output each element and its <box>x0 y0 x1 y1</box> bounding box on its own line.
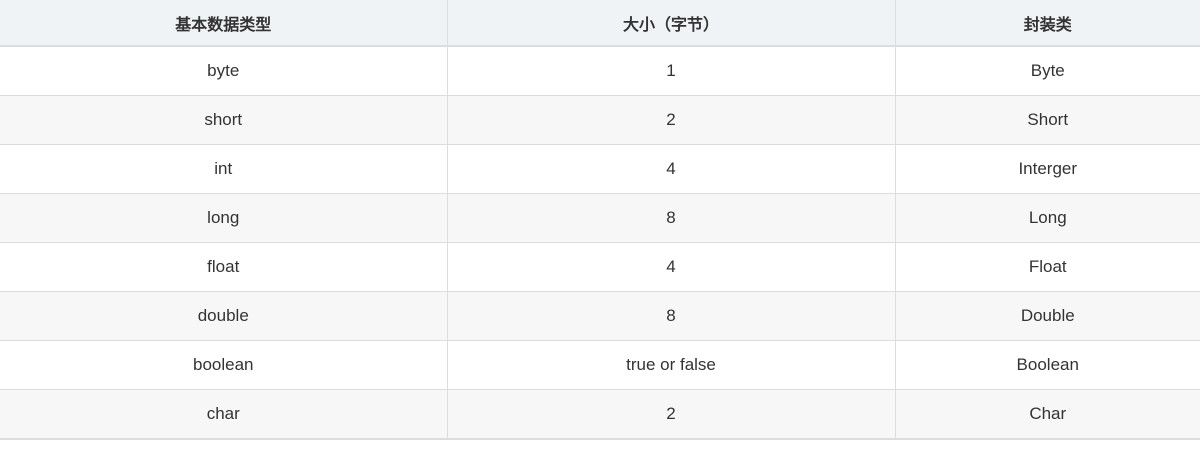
table-row: int 4 Interger <box>0 144 1200 194</box>
cell-wrapper-class: Short <box>895 95 1200 145</box>
table-header-row: 基本数据类型 大小（字节） 封装类 <box>0 0 1200 47</box>
cell-wrapper-class: Double <box>895 291 1200 341</box>
table-row: double 8 Double <box>0 291 1200 341</box>
data-types-table: 基本数据类型 大小（字节） 封装类 byte 1 Byte short 2 Sh… <box>0 0 1200 440</box>
cell-wrapper-class: Long <box>895 193 1200 243</box>
table-row: float 4 Float <box>0 242 1200 292</box>
cell-primitive-type: char <box>0 389 448 440</box>
cell-size: 8 <box>447 291 896 341</box>
cell-wrapper-class: Float <box>895 242 1200 292</box>
cell-primitive-type: int <box>0 144 448 194</box>
cell-primitive-type: boolean <box>0 340 448 390</box>
cell-size: 2 <box>447 389 896 440</box>
cell-wrapper-class: Char <box>895 389 1200 440</box>
cell-size: 8 <box>447 193 896 243</box>
header-primitive-type: 基本数据类型 <box>0 0 448 47</box>
table-row: long 8 Long <box>0 193 1200 243</box>
cell-primitive-type: double <box>0 291 448 341</box>
cell-size: 2 <box>447 95 896 145</box>
header-wrapper-class: 封装类 <box>895 0 1200 47</box>
header-size-bytes: 大小（字节） <box>447 0 896 47</box>
cell-size: 1 <box>447 46 896 96</box>
table-row: short 2 Short <box>0 95 1200 145</box>
cell-size: 4 <box>447 242 896 292</box>
table-row: boolean true or false Boolean <box>0 340 1200 390</box>
cell-wrapper-class: Byte <box>895 46 1200 96</box>
cell-wrapper-class: Boolean <box>895 340 1200 390</box>
cell-size: true or false <box>447 340 896 390</box>
cell-primitive-type: short <box>0 95 448 145</box>
cell-primitive-type: float <box>0 242 448 292</box>
cell-primitive-type: byte <box>0 46 448 96</box>
table-row: byte 1 Byte <box>0 46 1200 96</box>
table-row: char 2 Char <box>0 389 1200 440</box>
cell-primitive-type: long <box>0 193 448 243</box>
cell-wrapper-class: Interger <box>895 144 1200 194</box>
cell-size: 4 <box>447 144 896 194</box>
data-types-table-container: 基本数据类型 大小（字节） 封装类 byte 1 Byte short 2 Sh… <box>0 0 1200 440</box>
